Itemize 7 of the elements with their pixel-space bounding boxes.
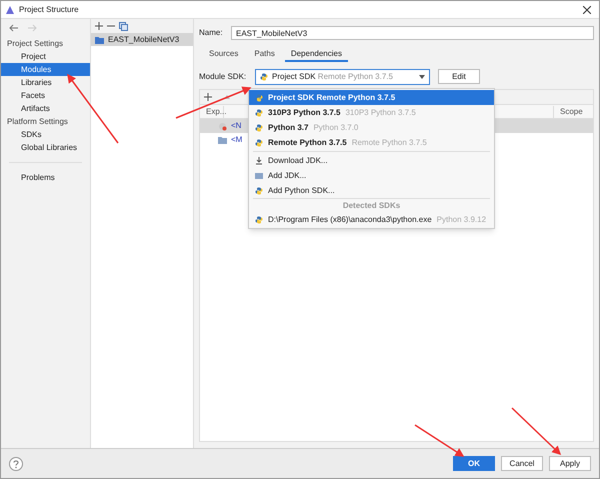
name-label: Name: xyxy=(199,27,224,39)
sdk-value: Project SDK Remote Python 3.7.5 xyxy=(272,70,393,82)
section-header: Platform Settings xyxy=(6,116,69,128)
window-title: Project Structure xyxy=(19,4,79,16)
module-sdk-label: Module SDK: xyxy=(199,70,248,82)
section-header: Project Settings xyxy=(6,38,64,50)
group-header: Detected SDKs xyxy=(253,198,490,212)
